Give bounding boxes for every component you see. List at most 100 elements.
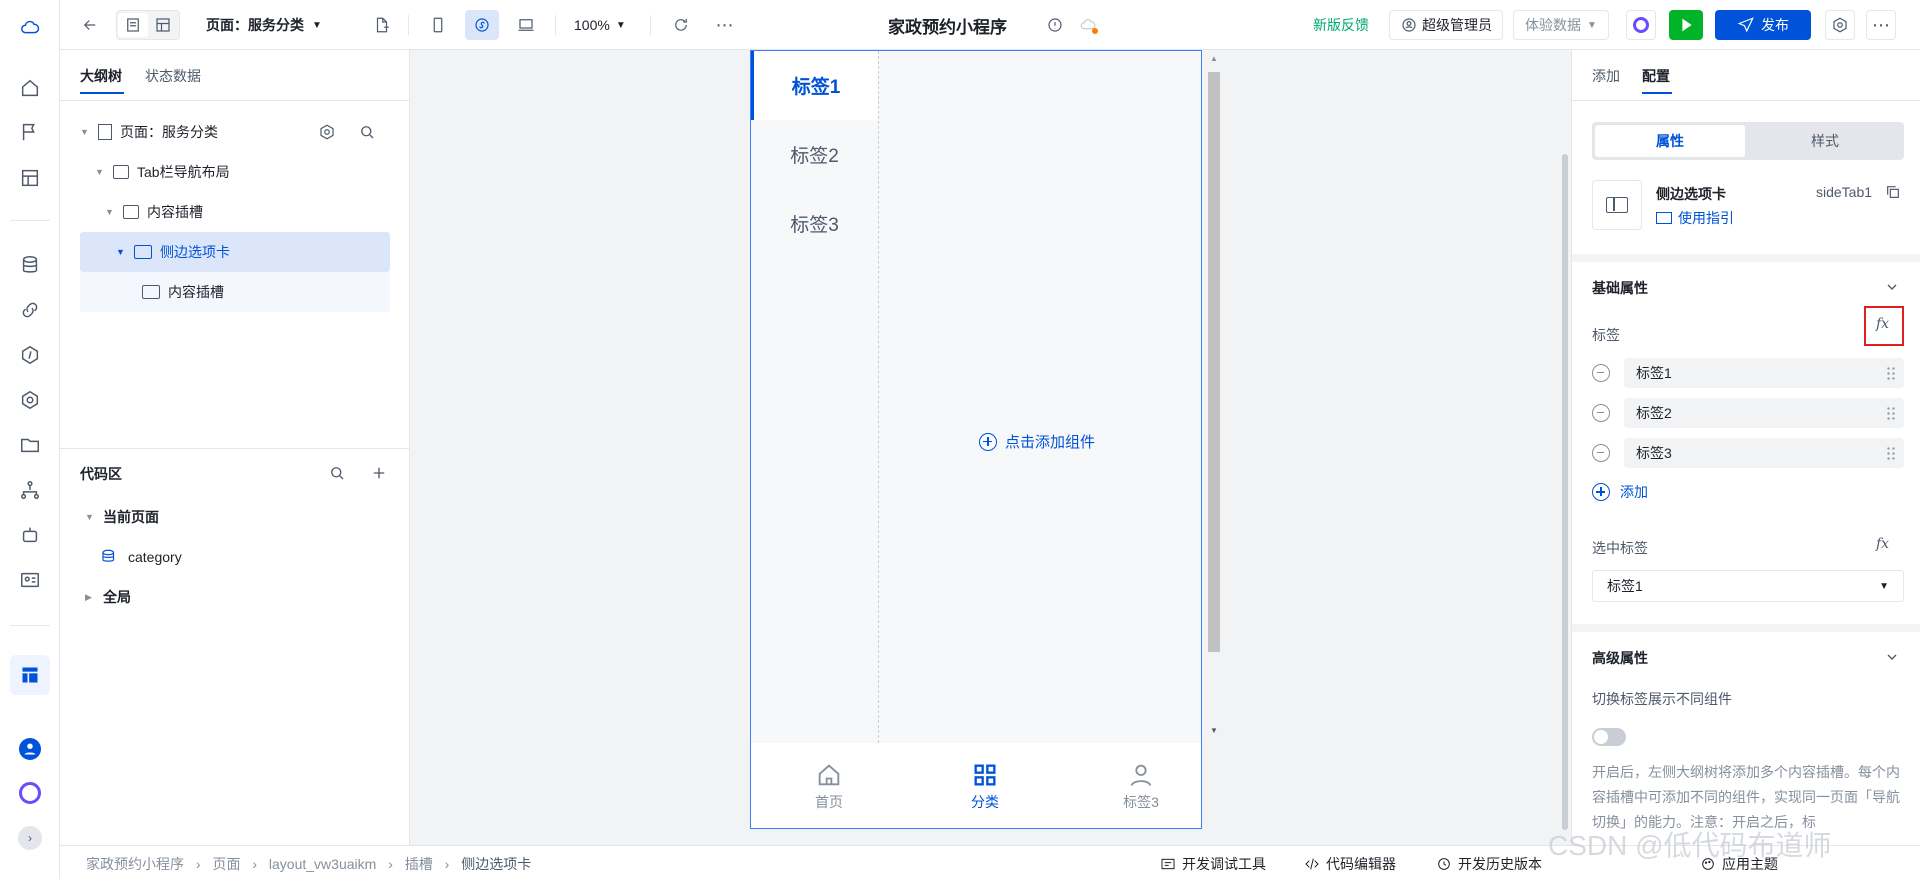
dev-tools-button[interactable]: 开发调试工具	[1160, 854, 1266, 874]
cloud-status-icon[interactable]	[1075, 10, 1101, 40]
code-editor-button[interactable]: 代码编辑器	[1304, 854, 1396, 874]
segment-props[interactable]: 属性	[1595, 125, 1745, 157]
selected-tag-select[interactable]: 标签1 ▼	[1592, 570, 1904, 602]
segment-style[interactable]: 样式	[1750, 125, 1900, 157]
side-tab-item[interactable]: 标签2	[751, 120, 878, 189]
phone-scrollbar[interactable]: ▲ ▼	[1206, 50, 1222, 742]
tree-node-tab-layout[interactable]: ▼ Tab栏导航布局	[95, 152, 405, 192]
layout-icon[interactable]	[10, 655, 50, 695]
nav-home[interactable]: 首页	[803, 761, 855, 812]
code-item-category[interactable]: category	[100, 537, 410, 577]
caret-down-icon[interactable]: ▼	[95, 167, 107, 177]
caret-down-icon[interactable]: ▼	[105, 207, 117, 217]
drag-handle-icon[interactable]	[1886, 406, 1896, 420]
guide-link[interactable]: 使用指引	[1656, 208, 1734, 228]
add-tag-button[interactable]: 添加	[1592, 482, 1648, 502]
flag-icon[interactable]	[18, 120, 42, 144]
search-icon[interactable]	[328, 464, 346, 482]
tag-input[interactable]: 标签3	[1624, 438, 1904, 468]
avatar-icon[interactable]	[19, 738, 41, 760]
breadcrumb-item[interactable]: 插槽	[405, 856, 433, 872]
link-icon[interactable]	[18, 298, 42, 322]
ai-assistant-icon[interactable]	[19, 782, 41, 804]
canvas-scrollbar[interactable]	[1562, 154, 1568, 830]
expand-icon[interactable]: ›	[18, 826, 42, 850]
robot-icon[interactable]	[18, 523, 42, 547]
fx-icon[interactable]: fx	[1876, 536, 1889, 552]
more-icon[interactable]: ⋯	[710, 10, 740, 40]
desktop-icon[interactable]	[511, 10, 541, 40]
dashboard-icon[interactable]	[18, 166, 42, 190]
tree-node-content-slot[interactable]: 内容插槽	[80, 272, 390, 312]
ai-icon[interactable]	[1626, 10, 1656, 40]
settings-icon[interactable]	[318, 123, 336, 141]
add-icon[interactable]	[370, 464, 388, 482]
home-icon[interactable]	[18, 76, 42, 100]
nav-category[interactable]: 分类	[959, 761, 1011, 812]
layout-view-icon[interactable]	[148, 16, 178, 34]
tree-node-side-tab-selected[interactable]: ▼ 侧边选项卡	[80, 232, 390, 272]
component-icon[interactable]	[18, 388, 42, 412]
side-tab-item[interactable]: 标签3	[751, 189, 878, 258]
flow-icon[interactable]	[18, 478, 42, 502]
theme-button[interactable]: 应用主题	[1700, 854, 1778, 874]
feedback-link[interactable]: 新版反馈	[1313, 10, 1369, 40]
refresh-icon[interactable]	[666, 10, 696, 40]
caret-down-icon[interactable]: ▼	[80, 127, 92, 137]
breadcrumb-item[interactable]: 页面	[212, 856, 240, 872]
chevron-down-icon[interactable]	[1884, 279, 1900, 295]
toggle-switch[interactable]	[1592, 728, 1626, 746]
page-view-icon[interactable]	[118, 13, 148, 37]
advanced-props-title[interactable]: 高级属性	[1592, 648, 1648, 668]
content-slot[interactable]	[879, 51, 1201, 743]
tab-outline[interactable]: 大纲树	[80, 66, 122, 86]
miniprogram-icon[interactable]	[465, 10, 499, 40]
code-current-page[interactable]: ▼ 当前页面	[85, 497, 395, 537]
info-icon[interactable]	[1043, 10, 1067, 40]
publish-button[interactable]: 发布	[1715, 10, 1811, 40]
search-icon[interactable]	[358, 123, 376, 141]
tab-state-data[interactable]: 状态数据	[145, 66, 201, 86]
run-button[interactable]	[1669, 10, 1703, 40]
remove-tag-icon[interactable]	[1592, 444, 1610, 462]
drag-handle-icon[interactable]	[1886, 366, 1896, 380]
breadcrumb-item[interactable]: 侧边选项卡	[461, 856, 531, 872]
tab-add[interactable]: 添加	[1592, 66, 1620, 86]
caret-down-icon[interactable]: ▼	[85, 512, 97, 522]
tree-node-page[interactable]: ▼ 页面：服务分类	[80, 112, 390, 152]
database-icon[interactable]	[18, 253, 42, 277]
mobile-icon[interactable]	[423, 10, 453, 40]
code-global[interactable]: ▶ 全局	[85, 577, 395, 617]
add-page-icon[interactable]	[368, 10, 396, 40]
remove-tag-icon[interactable]	[1592, 404, 1610, 422]
tag-input[interactable]: 标签1	[1624, 358, 1904, 388]
copy-icon[interactable]	[1885, 184, 1901, 200]
fx-icon[interactable]: fx	[1876, 316, 1889, 332]
tree-node-slot[interactable]: ▼ 内容插槽	[105, 192, 415, 232]
tag-input[interactable]: 标签2	[1624, 398, 1904, 428]
remove-tag-icon[interactable]	[1592, 364, 1610, 382]
zoom-select[interactable]: 100% ▼	[574, 10, 626, 40]
id-card-icon[interactable]	[18, 568, 42, 592]
breadcrumb-item[interactable]: layout_vw3uaikm	[269, 856, 376, 872]
folder-icon[interactable]	[18, 433, 42, 457]
breadcrumb-item[interactable]: 家政预约小程序	[86, 856, 184, 872]
tab-config[interactable]: 配置	[1642, 66, 1670, 86]
caret-down-icon[interactable]: ▼	[116, 247, 128, 257]
basic-props-title[interactable]: 基础属性	[1592, 278, 1648, 298]
page-selector[interactable]: 页面：服务分类 ▼	[206, 10, 322, 40]
more-menu-icon[interactable]: ⋯	[1866, 10, 1896, 40]
drag-handle-icon[interactable]	[1886, 446, 1896, 460]
side-tab-item[interactable]: 标签1	[751, 51, 878, 120]
chevron-down-icon[interactable]	[1884, 649, 1900, 665]
cloud-logo-icon[interactable]	[18, 16, 42, 40]
function-icon[interactable]	[18, 343, 42, 367]
data-env-select[interactable]: 体验数据 ▼	[1513, 10, 1609, 40]
settings-icon[interactable]	[1825, 10, 1855, 40]
history-button[interactable]: 开发历史版本	[1436, 854, 1542, 874]
user-button[interactable]: 超级管理员	[1389, 10, 1503, 40]
back-arrow-icon[interactable]	[76, 10, 104, 40]
add-component-button[interactable]: 点击添加组件	[979, 431, 1095, 452]
caret-right-icon[interactable]: ▶	[85, 592, 97, 603]
nav-tab3[interactable]: 标签3	[1115, 761, 1167, 812]
